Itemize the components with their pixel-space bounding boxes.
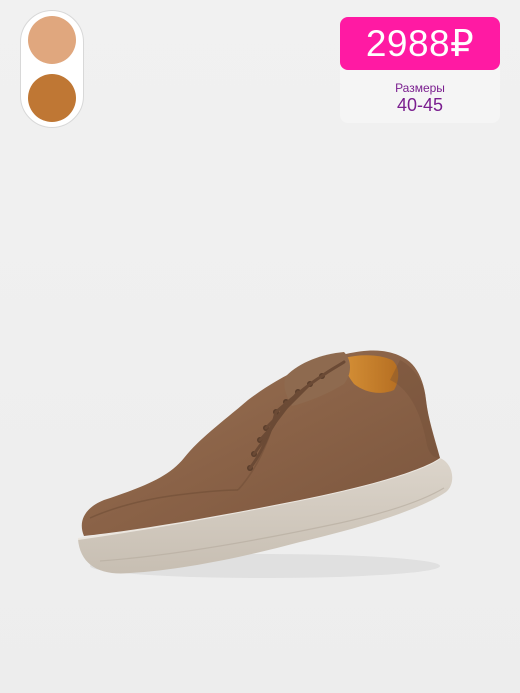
price-badge: 2988₽ xyxy=(340,17,500,70)
color-swatches xyxy=(20,10,84,128)
sizes-label: Размеры xyxy=(395,81,445,95)
sizes-value: 40-45 xyxy=(396,95,444,115)
color-swatch-dark-brown[interactable] xyxy=(28,74,76,122)
product-card: 2988₽ Размеры 40-45 xyxy=(0,0,520,693)
color-swatch-light-brown[interactable] xyxy=(28,16,76,64)
product-image xyxy=(77,350,453,578)
